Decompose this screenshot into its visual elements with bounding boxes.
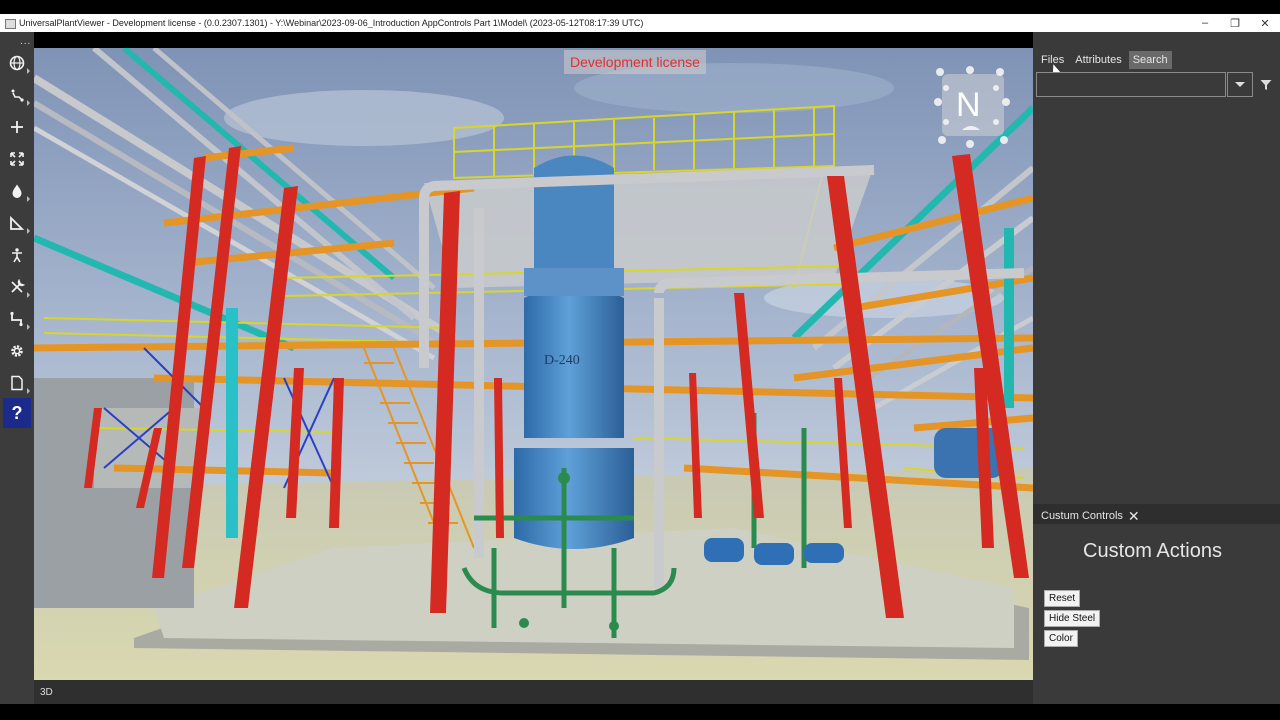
view-mode-bar: 3D	[34, 680, 1033, 704]
close-icon[interactable]: ✕	[1128, 509, 1140, 523]
left-toolbar: ... ?	[0, 32, 34, 704]
tools-icon[interactable]	[3, 273, 31, 301]
window-title: UniversalPlantViewer - Development licen…	[19, 18, 644, 28]
toolbar-more-button[interactable]: ...	[20, 36, 31, 47]
tab-search[interactable]: Search	[1128, 51, 1172, 69]
plant-model-scene[interactable]: D-240	[34, 48, 1033, 680]
custom-controls-body: Custom Actions Reset Hide Steel Color	[1033, 524, 1280, 704]
navigation-cube[interactable]: N	[934, 66, 1012, 150]
view-mode-label[interactable]: 3D	[40, 687, 53, 698]
help-button[interactable]: ?	[3, 398, 31, 428]
custom-controls-title: Custum Controls	[1041, 510, 1123, 522]
globe-icon[interactable]	[3, 49, 31, 77]
custom-controls-header: Custum Controls ✕	[1033, 504, 1280, 524]
drop-icon[interactable]	[3, 177, 31, 205]
letterbox-top	[0, 0, 1280, 14]
measure-icon[interactable]	[3, 209, 31, 237]
route-icon[interactable]	[3, 305, 31, 333]
hide-steel-button[interactable]: Hide Steel	[1044, 610, 1101, 627]
help-icon: ?	[11, 402, 23, 423]
search-input[interactable]	[1036, 72, 1226, 97]
search-dropdown-button[interactable]	[1227, 72, 1253, 97]
person-icon[interactable]	[3, 241, 31, 269]
gear-icon[interactable]	[3, 337, 31, 365]
custom-actions-title: Custom Actions	[1083, 540, 1222, 562]
reset-button[interactable]: Reset	[1044, 590, 1081, 607]
right-panel: Files Attributes Search Custum Controls …	[1033, 32, 1280, 704]
letterbox-bottom	[0, 704, 1280, 720]
app-icon	[4, 17, 16, 29]
crosshair-icon[interactable]	[3, 113, 31, 141]
tab-attributes[interactable]: Attributes	[1071, 51, 1125, 69]
close-button[interactable]: ✕	[1250, 14, 1280, 32]
expand-icon[interactable]	[3, 145, 31, 173]
development-license-banner: Development license	[564, 50, 706, 74]
walk-path-icon[interactable]	[3, 81, 31, 109]
restore-button[interactable]: ❐	[1220, 14, 1250, 32]
filter-icon[interactable]	[1260, 79, 1272, 91]
window-titlebar: UniversalPlantViewer - Development licen…	[0, 14, 1280, 32]
color-button[interactable]: Color	[1044, 630, 1078, 647]
vessel-tag-label: D-240	[544, 353, 580, 368]
document-icon[interactable]	[3, 369, 31, 397]
minimize-button[interactable]: –	[1190, 14, 1220, 32]
chevron-down-icon	[1235, 82, 1245, 87]
3d-viewport[interactable]: D-240 Development license N	[34, 48, 1033, 680]
navcube-north-label: N	[956, 86, 981, 124]
